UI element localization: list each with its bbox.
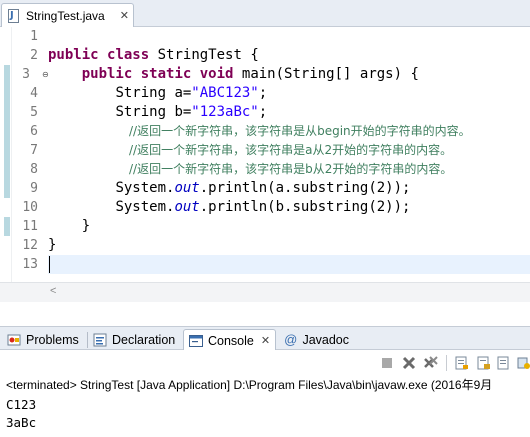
- code-line: }: [81, 218, 91, 234]
- line-number: 12: [22, 238, 38, 253]
- code-line: public class StringTest {: [48, 47, 259, 63]
- horizontal-scrollbar[interactable]: <: [0, 282, 530, 302]
- close-icon[interactable]: ✕: [261, 334, 270, 347]
- java-file-icon: J: [7, 8, 21, 23]
- scroll-left-icon[interactable]: <: [50, 285, 56, 297]
- code-line: String b="123aBc";: [115, 104, 268, 120]
- line-number: 1: [30, 29, 38, 44]
- line-number: 10: [22, 200, 38, 215]
- code-comment: //返回一个新字符串，该字符串是b从2开始的字符串的内容。: [129, 162, 453, 176]
- tab-javadoc[interactable]: @ Javadoc: [279, 329, 349, 351]
- line-number-gutter: 1 2 3 ⊖ 4 5 6 7 8 9 10 11 12 13: [12, 27, 49, 302]
- scroll-lock-icon[interactable]: [477, 356, 491, 370]
- line-number: 4: [30, 86, 38, 101]
- console-toolbar: [0, 350, 530, 374]
- console-icon: [188, 333, 204, 349]
- toolbar-divider: [446, 355, 447, 371]
- code-line: String a="ABC123";: [115, 85, 268, 101]
- code-line: public static void main(String[] args) {: [81, 66, 419, 82]
- line-number: 8: [30, 162, 38, 177]
- line-number: 11: [22, 219, 38, 234]
- editor-tab-stringtest[interactable]: J StringTest.java ✕: [1, 3, 134, 27]
- console-process-label: <terminated> StringTest [Java Applicatio…: [6, 378, 493, 392]
- pin-console-icon[interactable]: [516, 356, 530, 370]
- close-icon[interactable]: ✕: [120, 9, 129, 22]
- problems-icon: [6, 332, 22, 348]
- line-number: 7: [30, 143, 38, 158]
- line-number: 6: [30, 124, 38, 139]
- console-output-line: 3aBc: [6, 415, 37, 430]
- line-number: 2: [30, 48, 38, 63]
- editor-tab-bar: J StringTest.java ✕: [0, 0, 530, 27]
- line-number: 5: [30, 105, 38, 120]
- line-number: 13: [22, 257, 38, 272]
- line-number: 3: [22, 67, 30, 82]
- view-tab-bar: Problems Declaration Console ✕ @ Javadoc: [0, 326, 530, 351]
- text-caret: [49, 256, 50, 273]
- code-editor[interactable]: 1 2 3 ⊖ 4 5 6 7 8 9 10 11 12 13 public c…: [0, 27, 530, 302]
- tab-declaration[interactable]: Declaration: [88, 329, 185, 351]
- tab-label: Declaration: [112, 333, 176, 347]
- tab-label: Console: [208, 333, 254, 348]
- tab-problems[interactable]: Problems: [2, 329, 88, 351]
- word-wrap-icon[interactable]: [497, 356, 511, 370]
- javadoc-icon: @: [284, 332, 298, 347]
- code-line: System.out.println(a.substring(2));: [115, 180, 411, 196]
- editor-tab-label: StringTest.java: [26, 8, 105, 23]
- code-line: System.out.println(b.substring(2));: [115, 199, 411, 215]
- tab-label: Problems: [26, 333, 79, 347]
- remove-launch-icon[interactable]: [402, 356, 416, 370]
- current-line-highlight: [48, 255, 530, 274]
- console-output-line: C123: [6, 397, 37, 412]
- tab-label: Javadoc: [302, 333, 349, 347]
- remove-all-terminated-icon[interactable]: [424, 356, 438, 370]
- code-line: }: [48, 237, 57, 253]
- line-number: 9: [30, 181, 38, 196]
- code-comment: //返回一个新字符串，该字符串是从begin开始的字符串的内容。: [129, 124, 471, 138]
- code-area[interactable]: public class StringTest { public static …: [48, 27, 530, 302]
- clear-console-icon[interactable]: [455, 356, 469, 370]
- code-comment: //返回一个新字符串，该字符串是a从2开始的字符串的内容。: [129, 143, 453, 157]
- terminate-icon[interactable]: [380, 356, 394, 370]
- tab-console[interactable]: Console ✕: [183, 329, 276, 351]
- declaration-icon: [92, 332, 108, 348]
